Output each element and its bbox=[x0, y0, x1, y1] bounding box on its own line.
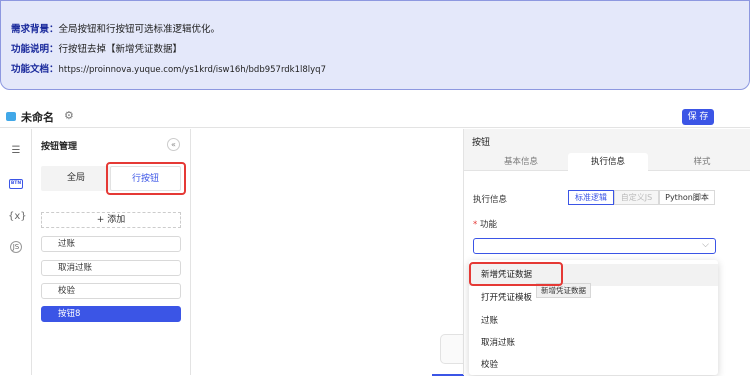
top-bar: 未命名 ⚙ 保 存 bbox=[0, 106, 750, 128]
tab-style[interactable]: 样式 bbox=[662, 153, 742, 171]
button-management-panel: 按钮管理 « 全局 行按钮 + 添加 过账 取消过账 校验 按钮8 bbox=[33, 129, 191, 375]
notice-background: 需求背景：全局按钮和行按钮可选标准逻辑优化。 bbox=[11, 24, 221, 35]
mode-standard-logic[interactable]: 标准逻辑 bbox=[568, 190, 614, 205]
tab-global[interactable]: 全局 bbox=[41, 166, 111, 191]
function-select[interactable]: ⌵ bbox=[473, 238, 716, 254]
notice-doc: 功能文档：https://proinnova.yuque.com/ys1krd/… bbox=[11, 64, 326, 75]
list-item-selected[interactable]: 按钮8 bbox=[41, 306, 181, 322]
props-title: 按钮 bbox=[472, 138, 491, 148]
notice-function: 功能说明：行按钮去掉【新增凭证数据】 bbox=[11, 44, 183, 55]
exec-label: 执行信息 bbox=[473, 195, 508, 205]
list-item[interactable]: 校验 bbox=[41, 283, 181, 299]
chevron-down-icon: ⌵ bbox=[702, 240, 709, 250]
mode-custom-js[interactable]: 自定义JS bbox=[614, 190, 659, 205]
tab-basic-info[interactable]: 基本信息 bbox=[481, 153, 561, 171]
left-rail: ☰ BTN {x} JS bbox=[0, 129, 32, 375]
page-title: 未命名 bbox=[21, 111, 54, 124]
mode-python-script[interactable]: Python脚本 bbox=[659, 190, 715, 205]
sliders-icon[interactable]: ☰ bbox=[8, 145, 24, 156]
collapse-icon[interactable]: « bbox=[167, 138, 180, 151]
js-icon[interactable]: JS bbox=[10, 241, 22, 253]
tab-exec-info[interactable]: 执行信息 bbox=[568, 153, 648, 171]
highlight-box bbox=[469, 262, 563, 286]
option-validate[interactable]: 校验 bbox=[469, 354, 718, 376]
function-label: * 功能 bbox=[473, 220, 497, 230]
settings-gear-icon[interactable]: ⚙ bbox=[64, 109, 74, 122]
app-window: 未命名 ⚙ 保 存 ☰ BTN {x} JS 按钮管理 « 全局 行按钮 + 添… bbox=[0, 106, 750, 376]
variable-icon[interactable]: {x} bbox=[8, 211, 27, 222]
option-open-template[interactable]: 打开凭证模板 bbox=[469, 287, 718, 309]
add-button[interactable]: + 添加 bbox=[41, 212, 181, 228]
properties-panel: 按钮 基本信息 执行信息 样式 执行信息 标准逻辑 自定义JS Python脚本… bbox=[463, 129, 750, 375]
button-module-icon[interactable]: BTN bbox=[9, 179, 23, 189]
requirement-notice: 需求背景：全局按钮和行按钮可选标准逻辑优化。 功能说明：行按钮去掉【新增凭证数据… bbox=[0, 0, 750, 90]
highlight-box bbox=[106, 162, 186, 195]
list-item[interactable]: 过账 bbox=[41, 236, 181, 252]
save-button[interactable]: 保 存 bbox=[682, 109, 714, 125]
panel-title: 按钮管理 bbox=[41, 142, 78, 152]
option-post[interactable]: 过账 bbox=[469, 310, 718, 332]
option-cancel-post[interactable]: 取消过账 bbox=[469, 332, 718, 354]
app-logo-icon bbox=[6, 112, 16, 121]
props-tabs: 基本信息 执行信息 样式 bbox=[464, 153, 750, 171]
doc-link[interactable]: https://proinnova.yuque.com/ys1krd/isw16… bbox=[59, 65, 326, 75]
list-item[interactable]: 取消过账 bbox=[41, 260, 181, 276]
props-header: 按钮 bbox=[464, 129, 750, 153]
